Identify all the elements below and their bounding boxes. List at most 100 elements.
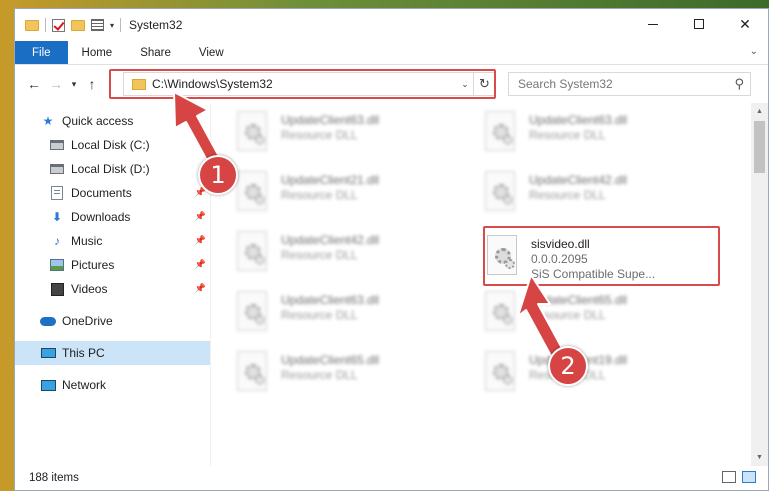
- downloads-icon: ⬇: [51, 210, 63, 224]
- music-icon: ♪: [54, 234, 60, 248]
- address-path[interactable]: C:\Windows\System32: [152, 77, 457, 91]
- tab-home[interactable]: Home: [68, 41, 127, 64]
- sidebar-item-local-disk-d[interactable]: Local Disk (D:): [15, 157, 210, 181]
- pin-icon[interactable]: 📌: [195, 283, 206, 294]
- explorer-body: ★ Quick access Local Disk (C:) Local Dis…: [15, 103, 768, 466]
- title-bar: ▾ System32 ✕: [15, 9, 768, 41]
- item-count: 188 items: [29, 472, 79, 484]
- recent-locations-button[interactable]: ▾: [67, 79, 81, 90]
- tab-view[interactable]: View: [185, 41, 238, 64]
- dll-file-icon: [483, 351, 517, 393]
- status-bar: 188 items: [15, 466, 768, 490]
- file-name: UpdateClient42.dll: [529, 173, 628, 187]
- minimize-button[interactable]: [630, 9, 676, 39]
- search-placeholder: Search System32: [518, 77, 613, 91]
- details-view-icon[interactable]: [722, 471, 736, 483]
- explorer-window: ▾ System32 ✕ File Home Share View ⌄ ← → …: [14, 8, 769, 491]
- properties-check-icon[interactable]: [52, 18, 65, 32]
- maximize-button[interactable]: [676, 9, 722, 39]
- scroll-up-icon[interactable]: ▲: [751, 103, 768, 120]
- step-badge-2: 2: [548, 346, 588, 386]
- sidebar-item-label: Videos: [71, 282, 108, 296]
- sidebar-item-quick-access[interactable]: ★ Quick access: [15, 109, 210, 133]
- tab-share[interactable]: Share: [126, 41, 185, 64]
- sidebar-item-music[interactable]: ♪ Music 📌: [15, 229, 210, 253]
- file-item-sisvideo[interactable]: sisvideo.dll 0.0.0.2095 SiS Compatible Sup…: [485, 235, 705, 285]
- file-name: UpdateClient63.dll: [281, 293, 380, 307]
- chevron-down-icon[interactable]: ⌄: [457, 79, 473, 90]
- sidebar-item-label: Downloads: [71, 210, 131, 224]
- folder-icon: [25, 19, 39, 31]
- file-item[interactable]: UpdateClient65.dll Resource DLL: [483, 291, 703, 341]
- view-toggle: [722, 471, 756, 483]
- search-icon: ⚲: [734, 76, 744, 91]
- sidebar-item-this-pc[interactable]: This PC: [15, 341, 210, 365]
- folder-icon: [132, 78, 146, 90]
- expand-ribbon-icon[interactable]: ⌄: [750, 46, 758, 57]
- customize-toolbar-icon[interactable]: [91, 19, 104, 31]
- back-button[interactable]: ←: [23, 76, 45, 92]
- refresh-button[interactable]: ↻: [473, 73, 495, 95]
- file-item[interactable]: UpdateClient42.dll Resource DLL: [483, 171, 703, 221]
- onedrive-icon: [40, 314, 56, 328]
- close-button[interactable]: ✕: [722, 9, 768, 39]
- tiles-view-icon[interactable]: [742, 471, 756, 483]
- address-bar[interactable]: C:\Windows\System32 ⌄ ↻: [123, 72, 496, 96]
- file-name: UpdateClient42.dll: [281, 233, 380, 247]
- file-name: UpdateClient65.dll: [529, 293, 628, 307]
- ribbon-tabs: File Home Share View ⌄: [15, 41, 768, 65]
- up-button[interactable]: ↑: [81, 76, 103, 92]
- chevron-down-icon[interactable]: ▾: [110, 21, 114, 30]
- pin-icon[interactable]: 📌: [195, 259, 206, 270]
- file-item[interactable]: UpdateClient65.dll Resource DLL: [235, 351, 455, 401]
- minimize-icon: [648, 23, 658, 25]
- dll-file-icon: [235, 231, 269, 273]
- separator: [120, 18, 122, 32]
- sidebar-item-label: Pictures: [71, 258, 115, 272]
- pin-icon[interactable]: 📌: [195, 235, 206, 246]
- file-item[interactable]: UpdateClient19.dllResource DLL: [483, 351, 703, 401]
- new-folder-icon[interactable]: [71, 19, 85, 31]
- file-item[interactable]: UpdateClient63.dll Resource DLL: [235, 111, 455, 161]
- sidebar-item-onedrive[interactable]: OneDrive: [15, 309, 210, 333]
- sidebar-item-downloads[interactable]: ⬇ Downloads 📌: [15, 205, 210, 229]
- dll-file-icon: [235, 291, 269, 333]
- file-description: Resource DLL: [529, 308, 606, 322]
- star-icon: ★: [42, 114, 54, 128]
- file-item[interactable]: UpdateClient21.dll Resource DLL: [235, 171, 455, 221]
- file-description: Resource DLL: [281, 188, 358, 202]
- sidebar-item-label: Local Disk (D:): [71, 162, 150, 176]
- file-item[interactable]: UpdateClient42.dll Resource DLL: [235, 231, 455, 281]
- dll-file-icon: [235, 351, 269, 393]
- documents-icon: [49, 186, 65, 200]
- tab-file[interactable]: File: [15, 41, 68, 64]
- sidebar-item-documents[interactable]: Documents 📌: [15, 181, 210, 205]
- sidebar-item-network[interactable]: Network: [15, 373, 210, 397]
- file-item[interactable]: UpdateClient63.dll Resource DLL: [483, 111, 703, 161]
- dll-file-icon: [235, 111, 269, 153]
- dll-file-icon: [483, 171, 517, 213]
- maximize-icon: [694, 19, 704, 29]
- dll-file-icon: [483, 111, 517, 153]
- sidebar-item-videos[interactable]: Videos 📌: [15, 277, 210, 301]
- search-input[interactable]: Search System32 ⚲: [508, 72, 751, 96]
- scroll-thumb[interactable]: [754, 121, 765, 173]
- file-description: Resource DLL: [281, 308, 358, 322]
- sidebar-item-local-disk-c[interactable]: Local Disk (C:): [15, 133, 210, 157]
- file-item[interactable]: UpdateClient63.dll Resource DLL: [235, 291, 455, 341]
- sidebar-item-label: Documents: [71, 186, 132, 200]
- pin-icon[interactable]: 📌: [195, 211, 206, 222]
- videos-icon: [49, 282, 65, 296]
- separator: [45, 18, 46, 32]
- sidebar-item-label: OneDrive: [62, 314, 113, 328]
- sidebar-item-pictures[interactable]: Pictures 📌: [15, 253, 210, 277]
- file-description: Resource DLL: [529, 188, 606, 202]
- vertical-scrollbar[interactable]: ▲ ▼: [751, 103, 768, 466]
- sidebar-item-label: Music: [71, 234, 103, 248]
- scroll-down-icon[interactable]: ▼: [751, 449, 768, 466]
- address-row: ← → ▾ ↑ C:\Windows\System32 ⌄ ↻ Search S…: [15, 65, 768, 103]
- file-description: Resource DLL: [281, 368, 358, 382]
- close-icon: ✕: [739, 15, 751, 32]
- forward-button[interactable]: →: [45, 76, 67, 92]
- file-name: UpdateClient63.dll: [281, 113, 380, 127]
